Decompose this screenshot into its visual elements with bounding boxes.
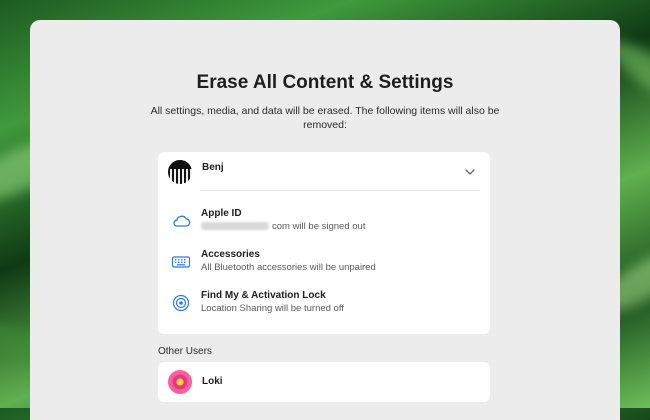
item-description: com will be signed out — [201, 221, 365, 232]
user-row-loki[interactable]: Loki — [168, 370, 480, 398]
redacted-email — [201, 222, 269, 230]
dialog-subtitle: All settings, media, and data will be er… — [150, 105, 500, 131]
list-item-apple-id: Apple ID com will be signed out — [168, 208, 480, 238]
primary-user-card: Benj Apple ID com will be signed out Acc… — [158, 152, 490, 334]
chevron-down-icon[interactable] — [464, 166, 476, 178]
username: Benj — [202, 162, 224, 173]
dialog-title: Erase All Content & Settings — [196, 72, 454, 93]
findmy-icon — [172, 294, 190, 312]
user-row-benj[interactable]: Benj — [168, 160, 480, 188]
item-description: All Bluetooth accessories will be unpair… — [201, 262, 376, 273]
username: Loki — [202, 376, 223, 387]
cloud-icon — [173, 215, 191, 227]
avatar — [168, 160, 192, 184]
keyboard-icon — [171, 256, 191, 268]
other-users-label: Other Users — [158, 346, 212, 357]
erase-dialog-window: Erase All Content & Settings All setting… — [30, 20, 620, 420]
divider — [200, 190, 480, 191]
list-item-find-my: Find My & Activation Lock Location Shari… — [168, 290, 480, 320]
item-description: Location Sharing will be turned off — [201, 303, 344, 314]
avatar — [168, 370, 192, 394]
item-title: Apple ID — [201, 208, 242, 219]
item-title: Accessories — [201, 249, 260, 260]
list-item-accessories: Accessories All Bluetooth accessories wi… — [168, 249, 480, 279]
other-user-card: Loki — [158, 362, 490, 402]
item-title: Find My & Activation Lock — [201, 290, 326, 301]
